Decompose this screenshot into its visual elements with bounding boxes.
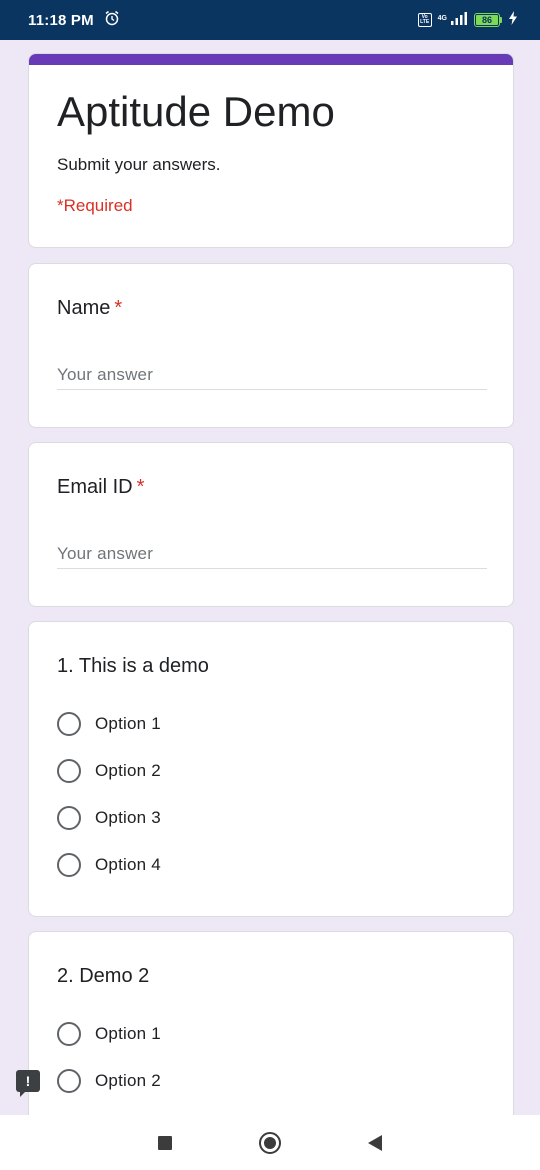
question-card-email: Email ID * Your answer — [28, 442, 514, 607]
option-label: Option 3 — [95, 808, 161, 827]
question-title: Email ID * — [57, 476, 144, 499]
radio-option-3[interactable]: Option 3 — [57, 805, 161, 831]
option-label: Option 1 — [95, 714, 161, 733]
radio-button[interactable] — [57, 1022, 81, 1046]
required-star: * — [136, 476, 145, 498]
option-label: Option 2 — [95, 761, 161, 780]
volte-bottom-text: LTE — [420, 19, 430, 25]
radio-option-4[interactable]: Option 4 — [57, 852, 161, 878]
square-recents-icon[interactable] — [158, 1135, 173, 1150]
form-header-card: Aptitude Demo Submit your answers. *Requ… — [28, 53, 514, 248]
question-title: 1. This is a demo — [57, 655, 209, 677]
radio-button[interactable] — [57, 712, 81, 736]
question-title-text: Name — [57, 297, 111, 319]
alarm-clock-icon — [104, 10, 120, 31]
radio-option-1[interactable]: Option 1 — [57, 1021, 161, 1047]
radio-option-2[interactable]: Option 2 — [57, 758, 161, 784]
battery-icon: 86 — [474, 13, 502, 27]
question-card-name: Name * Your answer — [28, 263, 514, 428]
battery-level: 86 — [474, 13, 500, 27]
circle-home-icon[interactable] — [258, 1131, 281, 1154]
triangle-back-icon[interactable] — [367, 1134, 382, 1151]
email-input[interactable]: Your answer — [57, 544, 153, 564]
status-left: 11:18 PM — [28, 10, 120, 31]
status-right: Vo LTE 4G 86 — [417, 10, 518, 30]
name-input-underline — [57, 389, 487, 390]
volte-icon: Vo LTE — [417, 13, 432, 27]
report-feedback-icon[interactable]: ! — [16, 1070, 40, 1097]
name-input[interactable]: Your answer — [57, 365, 153, 385]
email-input-underline — [57, 568, 487, 569]
required-star: * — [114, 297, 123, 319]
question-title: Name * — [57, 297, 122, 320]
option-label: Option 4 — [95, 855, 161, 874]
question-card-1: 1. This is a demo Option 1 Option 2 Opti… — [28, 621, 514, 917]
radio-button[interactable] — [57, 759, 81, 783]
radio-button[interactable] — [57, 806, 81, 830]
question-title: 2. Demo 2 — [57, 965, 150, 987]
lightning-bolt-icon — [508, 10, 518, 30]
feedback-glyph: ! — [25, 1073, 31, 1089]
status-time: 11:18 PM — [28, 11, 94, 29]
radio-button[interactable] — [57, 853, 81, 877]
radio-button[interactable] — [57, 1069, 81, 1093]
required-note: *Required — [57, 196, 133, 215]
battery-tip — [500, 17, 502, 23]
screen: 11:18 PM Vo LTE 4G 86 Aptitude Demo Subm… — [0, 0, 540, 1170]
option-label: Option 1 — [95, 1024, 161, 1043]
radio-option-1[interactable]: Option 1 — [57, 711, 161, 737]
radio-option-2[interactable]: Option 2 — [57, 1068, 161, 1094]
network-type: 4G — [437, 14, 447, 22]
form-title: Aptitude Demo — [57, 88, 335, 135]
status-bar: 11:18 PM Vo LTE 4G 86 — [0, 0, 540, 40]
signal-bars-icon — [450, 11, 468, 30]
form-accent-bar — [29, 54, 513, 65]
form-description: Submit your answers. — [57, 155, 221, 174]
option-label: Option 2 — [95, 1071, 161, 1090]
question-title-text: Email ID — [57, 476, 133, 498]
navigation-bar — [0, 1115, 540, 1170]
